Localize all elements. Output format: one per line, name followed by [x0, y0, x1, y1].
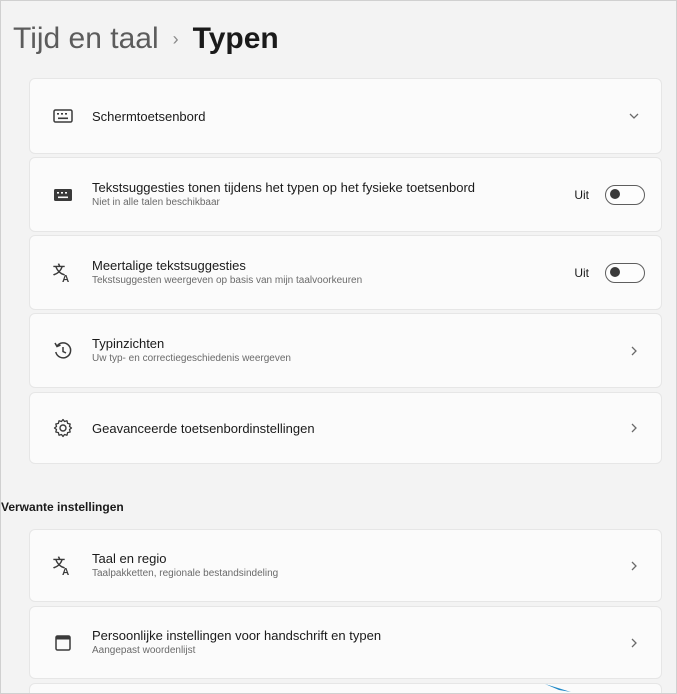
- toggle-state-label: Uit: [574, 187, 589, 202]
- card-label: Meertalige tekstsuggesties: [92, 258, 246, 273]
- gear-icon: [52, 417, 74, 439]
- card-taal-en-regio[interactable]: 文A Taal en regio Taalpakketten, regional…: [29, 529, 662, 602]
- card-description: Tekstsuggesten weergeven op basis van mi…: [92, 275, 363, 286]
- chevron-down-icon[interactable]: [627, 109, 641, 123]
- card-meertalige-tekstsuggesties: 文A Meertalige tekstsuggesties Tekstsugge…: [29, 235, 662, 310]
- card-description: Taalpakketten, regionale bestandsindelin…: [92, 568, 279, 579]
- chevron-right-icon: [627, 421, 641, 435]
- toggle-knob: [610, 267, 620, 277]
- breadcrumb-parent[interactable]: Tijd en taal: [13, 19, 159, 59]
- card-label: Tekstsuggesties tonen tijdens het typen …: [92, 180, 476, 195]
- toggle-state-label: Uit: [574, 265, 589, 280]
- card-label: Geavanceerde toetsenbordinstellingen: [92, 420, 315, 436]
- keyboard-icon: [52, 184, 74, 206]
- chevron-right-icon: [627, 636, 641, 650]
- chevron-right-icon: [627, 559, 641, 573]
- card-label: Typinzichten: [92, 336, 165, 351]
- settings-window: Tijd en taal › Typen Schermtoetsenbord T…: [0, 0, 677, 694]
- tekstsuggesties-toggle[interactable]: [605, 184, 645, 205]
- meertalige-toggle[interactable]: [605, 262, 645, 283]
- page-title: Typen: [192, 22, 279, 55]
- card-description: Uw typ- en correctiegeschiedenis weergev…: [92, 353, 291, 364]
- section-heading-verwante-instellingen: Verwante instellingen: [1, 500, 124, 514]
- toggle-knob: [610, 189, 620, 199]
- history-icon: [52, 340, 74, 362]
- language-icon: 文A: [52, 555, 74, 577]
- breadcrumb-separator: ›: [172, 29, 179, 49]
- card-typinzichten[interactable]: Typinzichten Uw typ- en correctiegeschie…: [29, 313, 662, 388]
- card-schermtoetsenbord[interactable]: Schermtoetsenbord: [29, 78, 662, 154]
- svg-text:A: A: [62, 274, 69, 284]
- language-icon: 文A: [52, 262, 74, 284]
- card-geavanceerde-toetsenbordinstellingen[interactable]: Geavanceerde toetsenbordinstellingen: [29, 392, 662, 464]
- svg-text:A: A: [62, 567, 69, 577]
- card-label: Persoonlijke instellingen voor handschri…: [92, 628, 382, 643]
- card-label: Schermtoetsenbord: [92, 108, 206, 124]
- keyboard-icon: [52, 105, 74, 127]
- chevron-right-icon: [627, 344, 641, 358]
- card-tekstsuggesties: Tekstsuggesties tonen tijdens het typen …: [29, 157, 662, 232]
- card-handschrift-en-typen[interactable]: Persoonlijke instellingen voor handschri…: [29, 606, 662, 679]
- pen-window-icon: [52, 632, 74, 654]
- card-label: Taal en regio: [92, 551, 167, 566]
- card-description: Niet in alle talen beschikbaar: [92, 197, 220, 208]
- mouse-cursor-icon: [545, 682, 575, 693]
- breadcrumb: Tijd en taal › Typen: [13, 19, 279, 59]
- card-description: Aangepast woordenlijst: [92, 645, 196, 656]
